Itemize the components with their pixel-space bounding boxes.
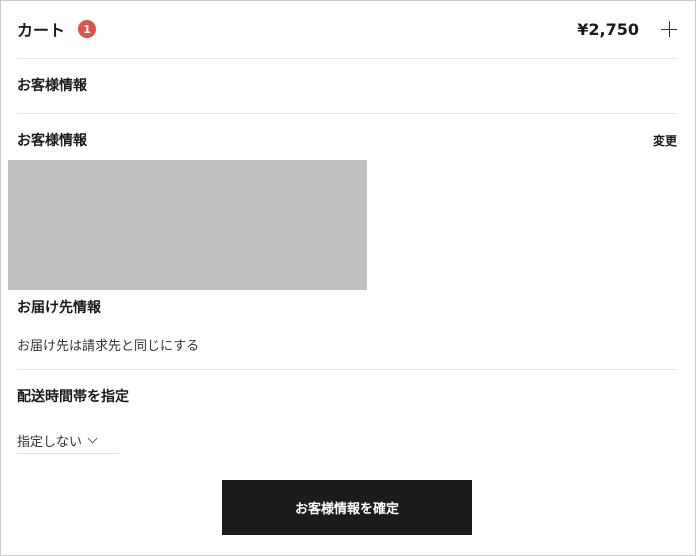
- confirm-customer-info-button[interactable]: お客様情報を確定: [222, 480, 472, 535]
- plus-icon[interactable]: [661, 21, 677, 37]
- cart-count-badge: 1: [78, 20, 97, 38]
- delivery-time-value: 指定しない: [17, 434, 83, 450]
- cart-total-price: ¥2,750: [577, 19, 639, 39]
- divider: [17, 113, 677, 114]
- cart-label: カート: [17, 21, 66, 40]
- same-as-billing-option[interactable]: お届け先は請求先と同じにする: [17, 335, 677, 354]
- delivery-time-title: 配送時間帯を指定: [17, 389, 129, 405]
- divider: [17, 58, 677, 59]
- customer-info-placeholder: [8, 160, 367, 290]
- delivery-time-select[interactable]: 指定しない: [17, 427, 119, 454]
- divider: [17, 369, 677, 370]
- shipping-info-title: お届け先情報: [17, 300, 101, 316]
- customer-info-title: お客様情報: [17, 133, 87, 149]
- change-link[interactable]: 変更: [653, 132, 677, 149]
- checkout-panel: カート 1 ¥2,750 お客様情報 お客様情報 変更 お届け先情報 お届け先は…: [0, 0, 696, 556]
- cart-summary-bar[interactable]: カート 1 ¥2,750: [17, 15, 677, 43]
- customer-header: お客様情報: [17, 78, 87, 94]
- chevron-down-icon: [87, 433, 98, 443]
